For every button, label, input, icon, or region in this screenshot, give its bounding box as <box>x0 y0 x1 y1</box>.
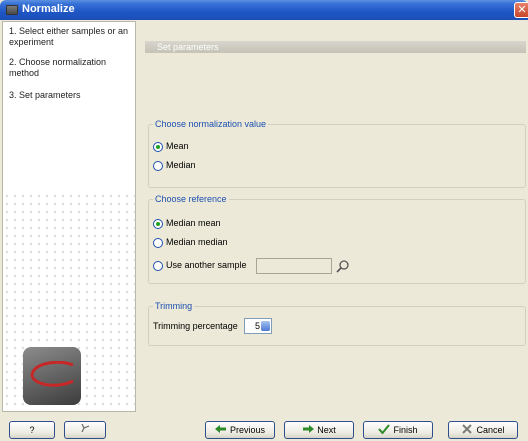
app-icon <box>6 5 18 15</box>
trimming-percentage-stepper[interactable]: 5 <box>244 318 272 334</box>
step-2: 2. Choose normalization method <box>9 57 107 78</box>
reset-icon <box>79 423 91 436</box>
reset-button[interactable] <box>64 421 106 439</box>
help-button[interactable]: ? <box>9 421 55 439</box>
browse-icon[interactable] <box>336 259 350 273</box>
group-title: Trimming <box>153 301 195 311</box>
radio-use-another-sample[interactable]: Use another sample <box>153 259 247 271</box>
cancel-button[interactable]: Cancel <box>448 421 518 439</box>
radio-median-mean[interactable]: Median mean <box>153 217 221 229</box>
previous-button[interactable]: Previous <box>205 421 275 439</box>
normalization-value-group: Choose normalization value Mean Median <box>148 119 526 188</box>
sample-field[interactable] <box>256 258 332 274</box>
group-title: Choose reference <box>153 194 229 204</box>
arrow-left-icon <box>214 423 227 439</box>
step-1: 1. Select either samples or an experimen… <box>9 26 129 47</box>
next-button[interactable]: Next <box>284 421 354 439</box>
trimming-percentage-label: Trimming percentage <box>153 321 238 331</box>
window-title: Normalize <box>22 3 75 15</box>
radio-button-icon[interactable] <box>153 237 163 248</box>
app-logo <box>23 347 81 405</box>
finish-button[interactable]: Finish <box>363 421 433 439</box>
close-button[interactable]: ✕ <box>514 2 528 18</box>
radio-button-icon[interactable] <box>153 141 163 152</box>
x-icon <box>461 423 473 439</box>
radio-median-median[interactable]: Median median <box>153 236 228 248</box>
radio-mean[interactable]: Mean <box>153 140 189 152</box>
steps-panel: 1. Select either samples or an experimen… <box>2 21 136 412</box>
radio-button-icon[interactable] <box>153 260 163 271</box>
spin-arrows-icon[interactable] <box>261 321 270 331</box>
checkmark-icon <box>378 423 391 439</box>
title-bar[interactable]: Normalize ✕ <box>0 0 528 20</box>
step-3: 3. Set parameters <box>9 90 81 100</box>
parameters-header: Set parameters <box>145 41 526 53</box>
close-icon: ✕ <box>517 4 527 16</box>
radio-button-icon[interactable] <box>153 160 163 171</box>
group-title: Choose normalization value <box>153 119 269 129</box>
radio-button-icon[interactable] <box>153 218 163 229</box>
normalize-dialog: Normalize ✕ 1. Select either samples or … <box>0 0 528 441</box>
radio-median[interactable]: Median <box>153 159 196 171</box>
arrow-right-icon <box>302 423 315 439</box>
